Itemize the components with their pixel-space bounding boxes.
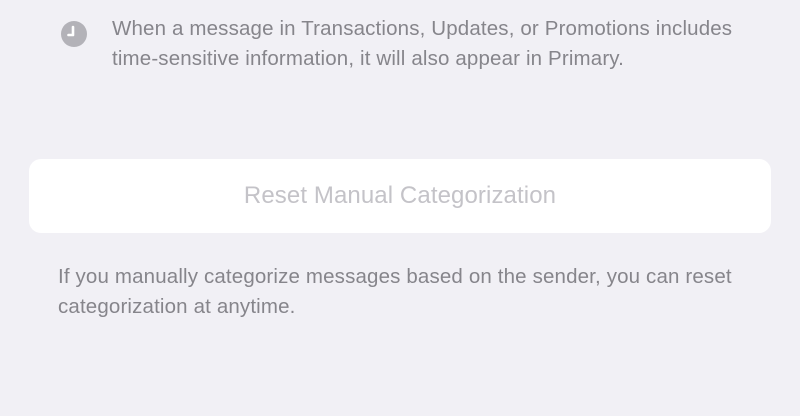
reset-manual-categorization-button[interactable]: Reset Manual Categorization bbox=[29, 159, 771, 233]
time-sensitive-description: When a message in Transactions, Updates,… bbox=[112, 17, 733, 70]
reset-footer-note: If you manually categorize messages base… bbox=[58, 265, 732, 318]
clock-icon bbox=[60, 20, 88, 48]
reset-button-label: Reset Manual Categorization bbox=[243, 182, 557, 209]
